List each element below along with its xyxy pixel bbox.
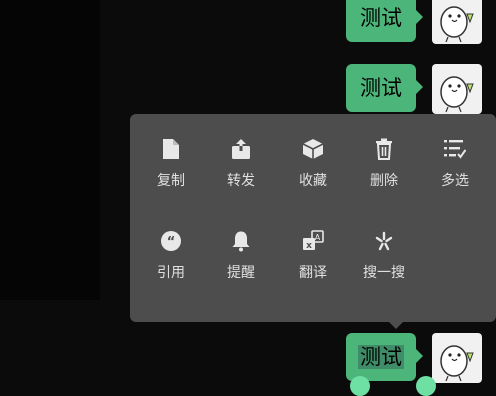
svg-text:A: A xyxy=(315,233,321,242)
menu-item-label: 转发 xyxy=(227,173,255,189)
delete-icon xyxy=(376,138,392,160)
duck-avatar-icon xyxy=(440,6,474,43)
duck-avatar-icon xyxy=(440,345,474,382)
forward-icon xyxy=(232,139,250,159)
message-row: 测试 xyxy=(346,64,496,120)
search-icon xyxy=(375,231,393,251)
svg-text:x: x xyxy=(306,241,312,251)
menu-item-translate[interactable]: x A 翻译 xyxy=(280,228,346,288)
menu-item-label: 翻译 xyxy=(299,265,327,281)
avatar[interactable] xyxy=(432,0,482,44)
menu-item-forward[interactable]: 转发 xyxy=(208,136,274,196)
menu-item-label: 收藏 xyxy=(299,173,327,189)
menu-item-label: 删除 xyxy=(370,173,398,189)
message-row: 测试 xyxy=(346,0,496,50)
selection-handle-start[interactable] xyxy=(350,376,370,396)
avatar[interactable] xyxy=(432,64,482,114)
menu-item-label: 搜一搜 xyxy=(363,265,405,281)
menu-item-delete[interactable]: 删除 xyxy=(351,136,417,196)
avatar[interactable] xyxy=(432,333,482,383)
menu-item-search[interactable]: 搜一搜 xyxy=(351,228,417,288)
message-text: 测试 xyxy=(360,76,402,100)
menu-item-label: 多选 xyxy=(441,173,469,189)
message-bubble[interactable]: 测试 xyxy=(346,333,423,381)
message-text: 测试 xyxy=(360,6,402,30)
favorite-icon xyxy=(302,139,324,159)
quote-icon: “ xyxy=(161,231,181,251)
background-panel xyxy=(0,0,100,300)
menu-item-label: 复制 xyxy=(157,173,185,189)
menu-item-label: 引用 xyxy=(157,265,185,281)
context-menu-pointer xyxy=(388,321,404,329)
selection-handle-end[interactable] xyxy=(416,376,436,396)
svg-text:“: “ xyxy=(167,235,176,250)
menu-item-copy[interactable]: 复制 xyxy=(138,136,204,196)
context-menu: 复制 转发 收藏 删除 多选 “ 引用 提醒 x A 翻译 搜一搜 xyxy=(130,114,496,322)
multi-select-icon xyxy=(444,140,466,159)
menu-item-label: 提醒 xyxy=(227,265,255,281)
translate-icon: x A xyxy=(303,230,324,251)
duck-avatar-icon xyxy=(440,76,474,113)
menu-item-quote[interactable]: “ 引用 xyxy=(138,228,204,288)
message-bubble[interactable]: 测试 xyxy=(346,64,423,112)
menu-item-remind[interactable]: 提醒 xyxy=(208,228,274,288)
menu-item-favorite[interactable]: 收藏 xyxy=(280,136,346,196)
bell-icon xyxy=(232,231,250,252)
message-text-selected: 测试 xyxy=(358,345,404,369)
menu-item-multi-select[interactable]: 多选 xyxy=(422,136,488,196)
copy-icon xyxy=(163,139,179,159)
message-bubble[interactable]: 测试 xyxy=(346,0,423,42)
